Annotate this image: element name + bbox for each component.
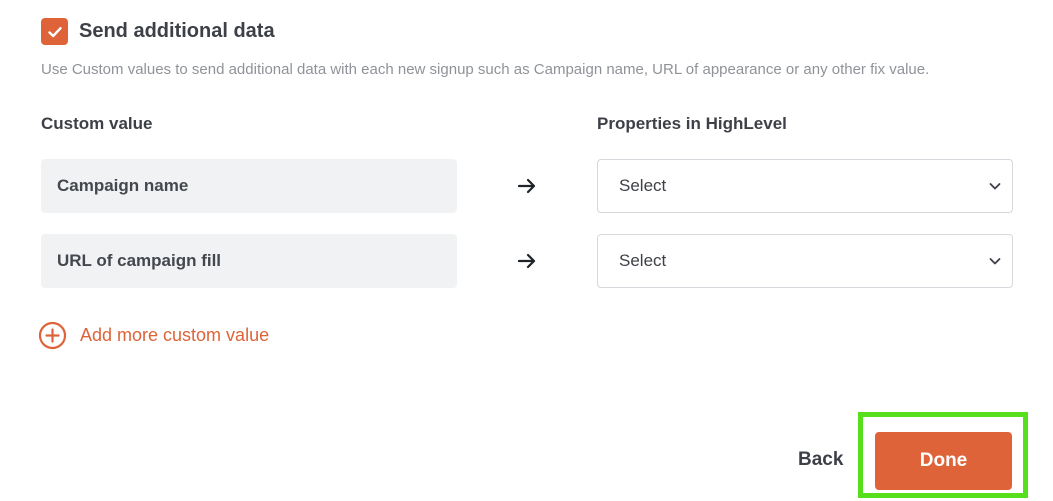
check-icon — [47, 26, 62, 37]
plus-circle-icon — [38, 321, 67, 350]
send-additional-data-label: Send additional data — [79, 20, 275, 42]
send-additional-data-checkbox[interactable] — [41, 18, 68, 45]
property-select[interactable]: Select — [597, 234, 1013, 288]
done-button[interactable]: Done — [875, 432, 1012, 490]
property-select[interactable]: Select — [597, 159, 1013, 213]
section-description: Use Custom values to send additional dat… — [41, 61, 930, 78]
select-value: Select — [619, 176, 667, 195]
custom-values-panel: Send additional data Use Custom values t… — [0, 0, 1053, 501]
send-additional-data-row: Send additional data — [41, 18, 275, 45]
add-more-label: Add more custom value — [80, 325, 270, 345]
add-more-custom-value-button[interactable]: Add more custom value — [38, 321, 269, 350]
chevron-down-icon — [989, 183, 1001, 190]
properties-column-header: Properties in HighLevel — [597, 114, 787, 133]
custom-value-field: Campaign name — [41, 159, 457, 213]
custom-value-column-header: Custom value — [41, 114, 153, 133]
back-button[interactable]: Back — [798, 449, 843, 471]
arrow-right-icon — [517, 178, 536, 194]
chevron-down-icon — [989, 258, 1001, 265]
arrow-right-icon — [517, 253, 536, 269]
custom-value-field: URL of campaign fill — [41, 234, 457, 288]
select-value: Select — [619, 251, 667, 270]
